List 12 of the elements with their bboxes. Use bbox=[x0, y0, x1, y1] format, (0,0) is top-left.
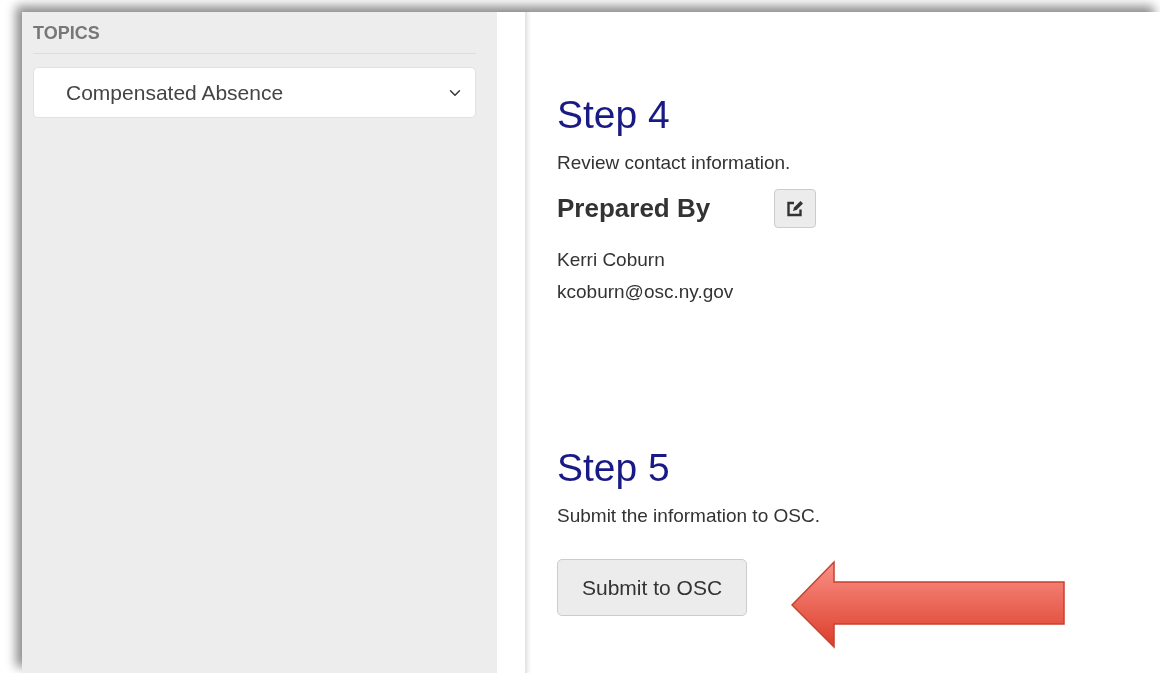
contact-line: Kerri Coburn bbox=[557, 248, 666, 273]
edit-icon bbox=[786, 200, 805, 218]
contact-line: kcoburn@osc.ny.gov bbox=[557, 280, 735, 305]
edit-button[interactable] bbox=[774, 189, 817, 229]
step-heading: Step 4 bbox=[557, 92, 671, 138]
submit-button[interactable]: Submit to OSC bbox=[557, 558, 748, 617]
section-title: Prepared By bbox=[557, 193, 711, 225]
step-description: Submit the information to OSC. bbox=[557, 504, 821, 529]
step-heading: Step 5 bbox=[557, 445, 671, 492]
topic-select[interactable]: Compensated Absence bbox=[33, 67, 476, 118]
sidebar-heading: TOPICS bbox=[33, 20, 476, 54]
step-description: Review contact information. bbox=[557, 150, 792, 175]
